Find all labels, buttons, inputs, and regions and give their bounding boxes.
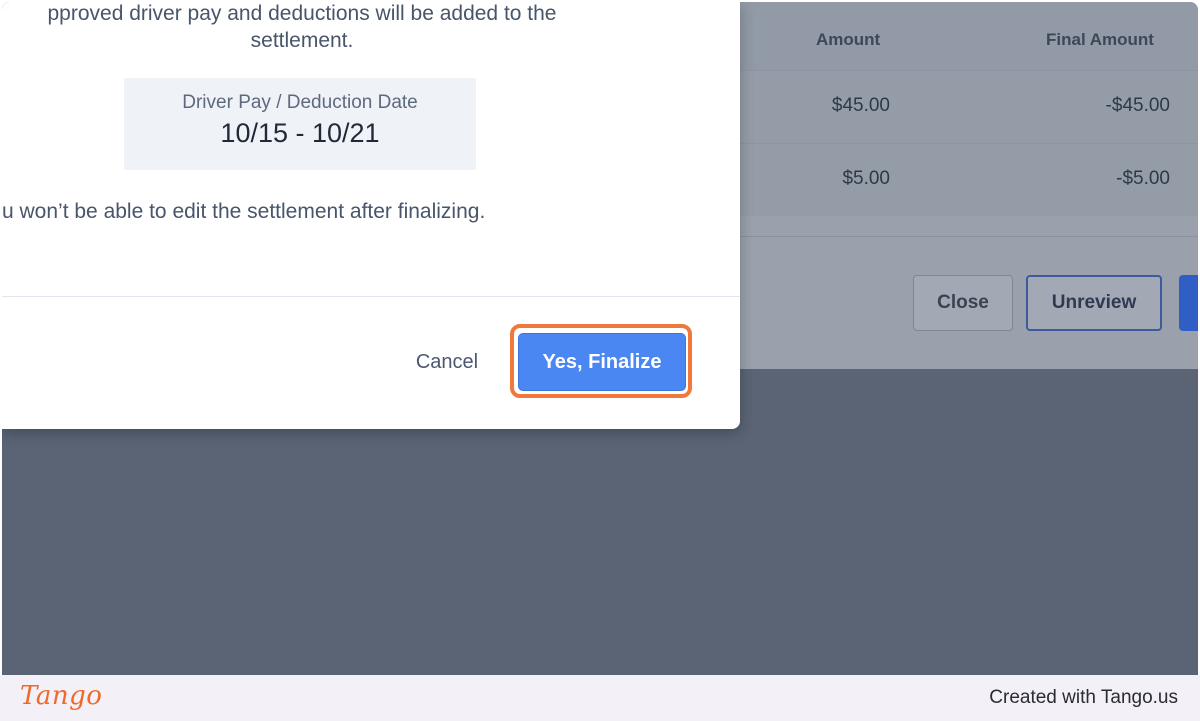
tango-footer: Tango Created with Tango.us xyxy=(0,675,1200,721)
close-button[interactable]: Close xyxy=(913,275,1013,331)
column-header-final-amount: Final Amount xyxy=(1046,30,1154,49)
cell-final-amount: -$45.00 xyxy=(1105,95,1170,116)
cell-amount: $5.00 xyxy=(842,168,890,189)
date-range-box: Driver Pay / Deduction Date 10/15 - 10/2… xyxy=(124,78,476,170)
date-label: Driver Pay / Deduction Date xyxy=(182,92,418,113)
primary-action-button[interactable] xyxy=(1179,275,1198,331)
cell-final-amount: -$5.00 xyxy=(1116,168,1170,189)
yes-finalize-button[interactable]: Yes, Finalize xyxy=(518,333,686,391)
date-range-value: 10/15 - 10/21 xyxy=(220,118,380,148)
cell-amount: $45.00 xyxy=(831,95,890,116)
finalize-confirmation-modal: pproved driver pay and deductions will b… xyxy=(2,2,740,429)
modal-warning: u won’t be able to edit the settlement a… xyxy=(2,200,486,223)
modal-message-line2: settlement. xyxy=(250,29,354,52)
tango-credit[interactable]: Created with Tango.us xyxy=(989,687,1178,709)
cancel-button[interactable]: Cancel xyxy=(402,346,492,378)
app-frame: Amount Final Amount $45.00 -$45.00 $5.00… xyxy=(2,2,1198,675)
column-header-amount: Amount xyxy=(816,30,881,49)
modal-message-line1: pproved driver pay and deductions will b… xyxy=(47,2,557,25)
unreview-button[interactable]: Unreview xyxy=(1026,275,1162,331)
tango-logo[interactable]: Tango xyxy=(20,681,102,711)
modal-divider xyxy=(2,296,740,297)
